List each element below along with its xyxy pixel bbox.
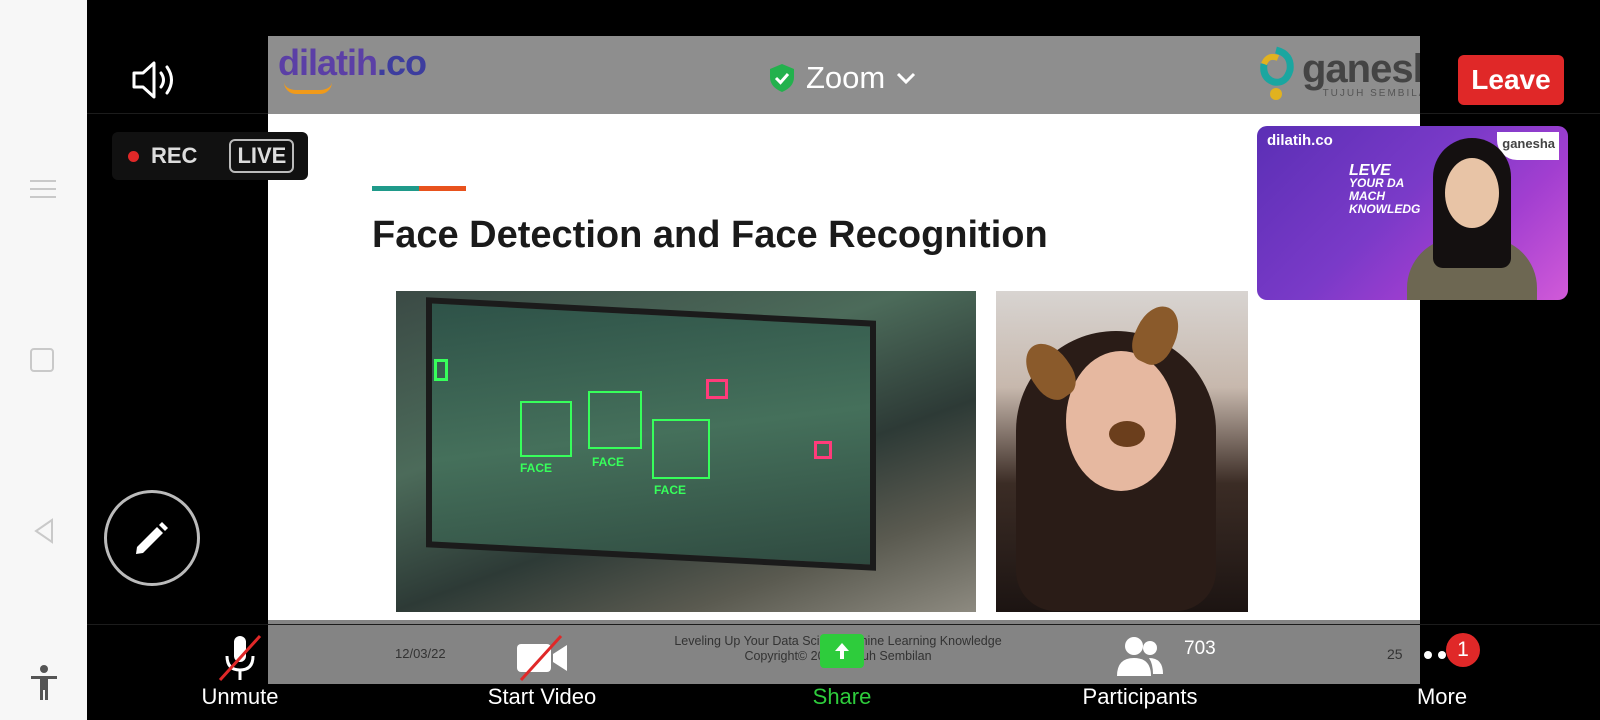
bottom-divider: [87, 624, 1600, 625]
home-button[interactable]: [30, 348, 58, 376]
rec-label: REC: [151, 143, 198, 168]
start-video-label: Start Video: [487, 684, 597, 709]
logo-smile-icon: [284, 82, 332, 94]
participants-count: 703: [1184, 638, 1216, 659]
unmute-label: Unmute: [201, 684, 279, 709]
title-accent-bar: [372, 186, 466, 191]
speaker-person: [1407, 138, 1537, 300]
participants-label: Participants: [1082, 684, 1198, 709]
speaker-icon: [132, 61, 173, 99]
arrow-up-icon: [835, 643, 849, 659]
footer-date: 12/03/22: [395, 646, 446, 661]
person-face: [1445, 158, 1499, 228]
face-box: [520, 401, 572, 457]
thumbnail-logo: dilatih.co: [1267, 132, 1333, 149]
dilatih-logo: dilatih.co: [278, 42, 427, 84]
slide-title: Face Detection and Face Recognition: [372, 214, 1048, 256]
detection-box: [706, 379, 728, 399]
speaker-button[interactable]: [130, 58, 180, 102]
more-label: More: [1416, 684, 1468, 709]
ganesha-logo: ganesha TUJUH SEMBILAN: [1256, 46, 1420, 102]
monitor-shape: [426, 297, 876, 571]
face-detection-image: FACE FACE FACE: [396, 291, 976, 612]
dog-nose: [1109, 421, 1145, 447]
annotate-button[interactable]: [104, 490, 200, 586]
face-tag: FACE: [520, 461, 553, 475]
share-button[interactable]: Share: [790, 628, 894, 720]
slide-header: dilatih.co Zoom ganesha TUJUH SEM: [268, 36, 1420, 114]
leave-button[interactable]: Leave: [1458, 55, 1564, 105]
detection-box: [434, 359, 448, 381]
unmute-button[interactable]: Unmute: [190, 628, 290, 720]
face-box: [652, 419, 710, 479]
back-triangle-icon: [34, 518, 53, 544]
accessibility-button[interactable]: [28, 664, 57, 700]
detection-box: [814, 441, 832, 459]
face-filter-image: [996, 291, 1248, 612]
meeting-title-dropdown[interactable]: Zoom: [768, 58, 917, 98]
ganesha-wordmark: ganesha TUJUH SEMBILAN: [1302, 46, 1420, 99]
notification-badge: 1: [1446, 633, 1480, 667]
face-tag: FACE: [592, 455, 625, 469]
ganesha-emblem-icon: [1260, 46, 1294, 100]
zoom-meeting-screen: dilatih.co Zoom ganesha TUJUH SEM: [0, 0, 1600, 720]
ganesha-text: ganesha: [1302, 46, 1420, 91]
recording-status[interactable]: REC LIVE: [112, 132, 308, 180]
meeting-title: Zoom: [806, 60, 886, 95]
footer-page-number: 25: [1387, 646, 1403, 662]
pencil-icon: [136, 522, 168, 554]
logo-suffix: .co: [377, 42, 427, 83]
rec-dot-icon: [128, 150, 139, 162]
share-screen-icon: [820, 634, 864, 668]
android-nav-rail: [0, 0, 87, 720]
back-button[interactable]: [30, 517, 58, 545]
participants-icon: [1117, 637, 1163, 676]
face-tag: FACE: [654, 483, 687, 497]
shield-check-icon: [770, 64, 794, 92]
live-badge: LIVE: [229, 139, 295, 173]
start-video-button[interactable]: Start Video: [480, 628, 604, 720]
face-box: [588, 391, 642, 449]
logo-text: dilatih: [278, 42, 378, 83]
accessibility-icon: [31, 665, 57, 700]
speaker-video-thumbnail[interactable]: dilatih.co ganesha LEVE YOUR DA MACH KNO…: [1257, 126, 1568, 300]
chevron-down-icon: [897, 72, 916, 85]
video-camera-off-icon: [517, 634, 567, 682]
share-label: Share: [812, 684, 872, 709]
recent-apps-button[interactable]: [30, 174, 58, 202]
shared-screen: dilatih.co Zoom ganesha TUJUH SEM: [268, 36, 1420, 684]
mic-muted-icon: [218, 634, 262, 682]
